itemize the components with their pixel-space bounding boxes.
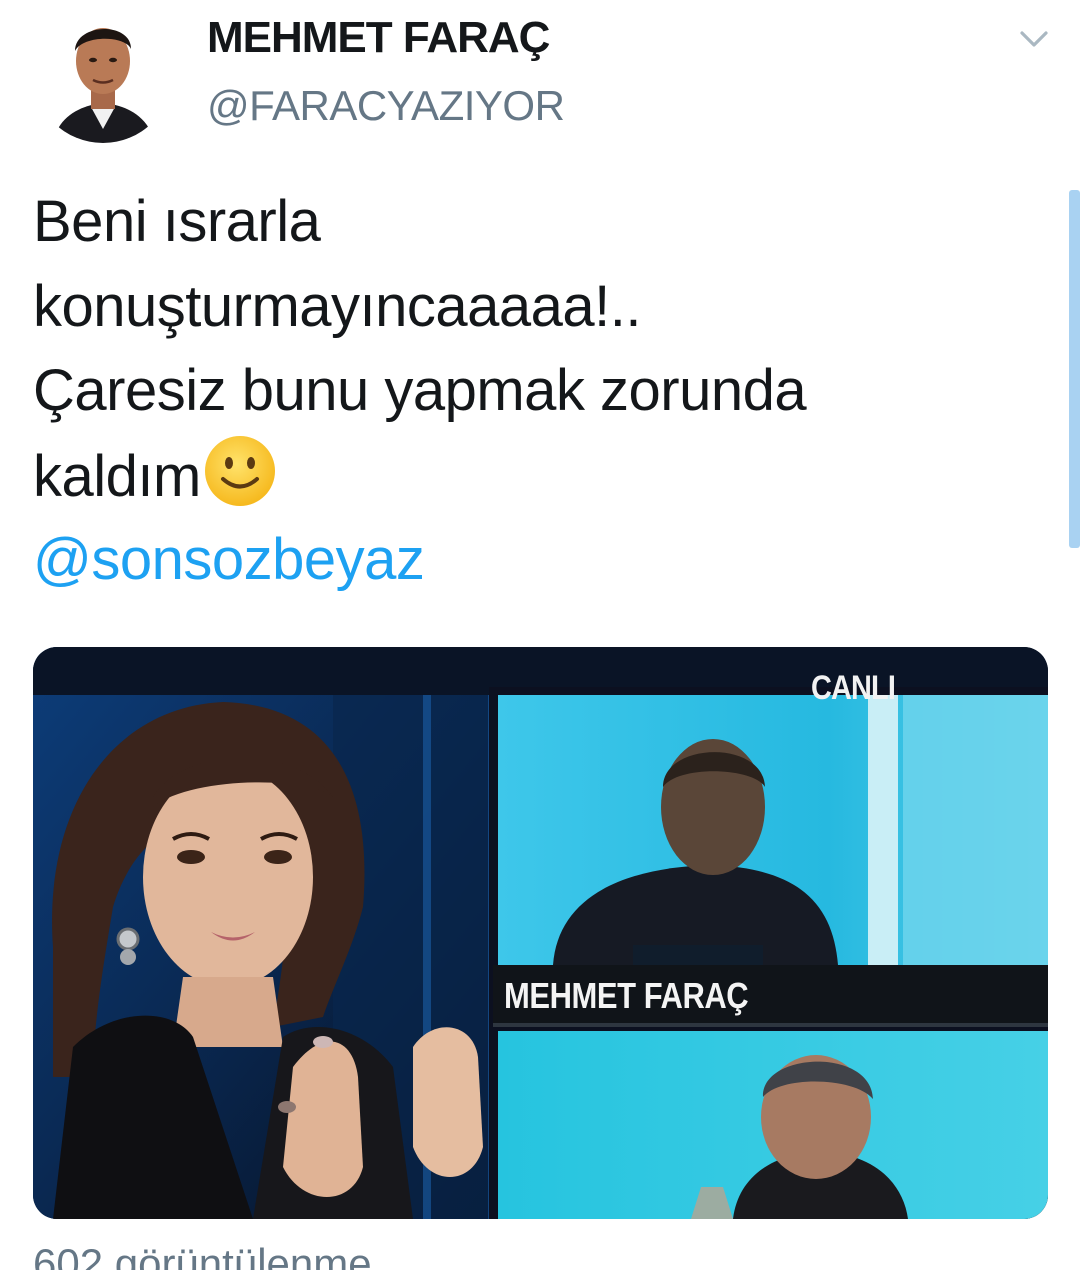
profile-avatar[interactable] <box>33 3 173 143</box>
avatar-image <box>33 3 173 143</box>
tweet-body: Beni ısrarla konuşturmayıncaaaaa!.. Çare… <box>33 180 1033 603</box>
tweet-media-video[interactable]: CANLI MEHMET FARAÇ <box>33 647 1048 1219</box>
tweet-mention-line: @sonsozbeyaz <box>33 518 1033 603</box>
tweet-text-last: kaldım <box>33 443 201 509</box>
tweet-text-line: kaldım <box>33 434 1033 519</box>
tweet-text-line: Beni ısrarla <box>33 189 321 254</box>
mention-link[interactable]: @sonsozbeyaz <box>33 527 425 592</box>
tweet-text-line: Çaresiz bunu yapmak zorunda <box>33 358 807 423</box>
slightly-smiling-face-icon <box>203 434 277 508</box>
live-badge: CANLI <box>811 669 896 707</box>
scrollbar[interactable] <box>1069 190 1080 548</box>
view-count: 602 görüntülenme <box>33 1240 372 1270</box>
chevron-down-icon[interactable] <box>1014 24 1054 54</box>
display-name[interactable]: MEHMET FARAÇ <box>207 13 550 63</box>
tweet-detail-screen: MEHMET FARAÇ @FARACYAZIYOR Beni ısrarla … <box>0 0 1080 1270</box>
video-frame <box>33 647 1048 1219</box>
tweet-text-line: konuşturmayıncaaaaa!.. <box>33 273 642 339</box>
lower-third-name: MEHMET FARAÇ <box>504 975 749 1016</box>
user-handle[interactable]: @FARACYAZIYOR <box>207 82 565 130</box>
